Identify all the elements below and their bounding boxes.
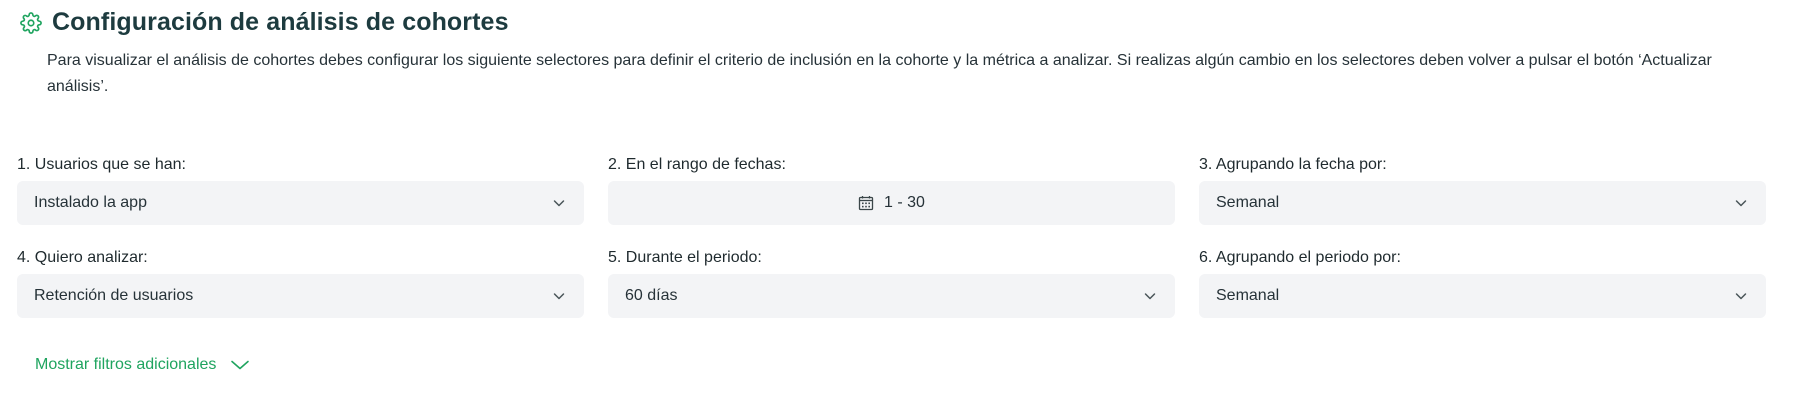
cohort-config-panel: Configuración de análisis de cohortes Pa… (0, 0, 1814, 410)
field-label: 4. Quiero analizar: (17, 249, 148, 266)
users-event-select[interactable]: Instalado la app (17, 181, 584, 225)
field-label: 6. Agrupando el periodo por: (1199, 249, 1401, 266)
date-range-value: 1 - 30 (884, 194, 925, 211)
period-select[interactable]: 60 días (608, 274, 1175, 318)
field-label: 3. Agrupando la fecha por: (1199, 156, 1387, 173)
date-range-field: 2. En el rango de fechas: 1 - 30 (608, 155, 1175, 225)
date-range-picker[interactable]: 1 - 30 (608, 181, 1175, 225)
chevron-down-icon (1733, 195, 1749, 211)
show-more-filters-label: Mostrar filtros adicionales (35, 356, 217, 373)
select-value: Retención de usuarios (34, 287, 194, 304)
select-value: Semanal (1216, 194, 1280, 211)
calendar-icon (858, 195, 874, 211)
period-field: 5. Durante el periodo: 60 días (608, 248, 1175, 318)
chevron-down-icon (230, 358, 250, 372)
field-label: 1. Usuarios que se han: (17, 156, 186, 173)
metric-select[interactable]: Retención de usuarios (17, 274, 584, 318)
page-title: Configuración de análisis de cohortes (52, 8, 509, 36)
select-value: 60 días (625, 287, 678, 304)
select-value: Instalado la app (34, 194, 147, 211)
chevron-down-icon (1142, 288, 1158, 304)
period-grouping-select[interactable]: Semanal (1199, 274, 1766, 318)
select-value: Semanal (1216, 287, 1280, 304)
chevron-down-icon (551, 288, 567, 304)
field-label: 2. En el rango de fechas: (608, 156, 786, 173)
panel-header: Configuración de análisis de cohortes (18, 8, 509, 37)
date-grouping-field: 3. Agrupando la fecha por: Semanal (1199, 155, 1766, 225)
field-label: 5. Durante el periodo: (608, 249, 762, 266)
panel-description: Para visualizar el análisis de cohortes … (47, 52, 1712, 95)
show-more-filters-toggle[interactable]: Mostrar filtros adicionales (35, 356, 250, 374)
gear-icon (18, 10, 44, 36)
users-event-field: 1. Usuarios que se han: Instalado la app (17, 155, 584, 225)
chevron-down-icon (1733, 288, 1749, 304)
chevron-down-icon (551, 195, 567, 211)
date-grouping-select[interactable]: Semanal (1199, 181, 1766, 225)
metric-field: 4. Quiero analizar: Retención de usuario… (17, 248, 584, 318)
period-grouping-field: 6. Agrupando el periodo por: Semanal (1199, 248, 1766, 318)
